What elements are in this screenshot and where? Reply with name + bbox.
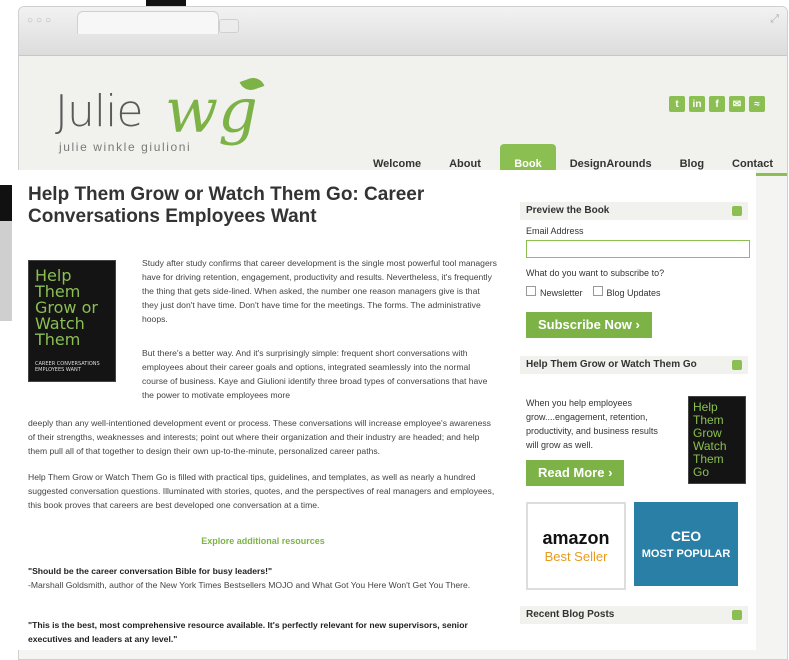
book-summary-paragraph: Help Them Grow or Watch Them Go is fille…	[28, 472, 495, 510]
amazon-logo: amazon	[542, 528, 610, 548]
subscribe-button[interactable]: Subscribe Now ›	[526, 312, 652, 338]
mini-cover-line: Go	[693, 465, 710, 479]
window-controls[interactable]: ○○○	[27, 15, 54, 26]
twitter-icon[interactable]: t	[669, 96, 685, 112]
facebook-icon[interactable]: f	[709, 96, 725, 112]
comment-icon	[732, 360, 742, 370]
testimonial-quote: "Should be the career conversation Bible…	[28, 566, 273, 576]
site-tagline: julie winkle giulioni	[59, 140, 192, 154]
social-links: t in f ✉ ≈	[669, 96, 765, 112]
send-icon	[732, 206, 742, 216]
page-title: Help Them Grow or Watch Them Go: Career …	[28, 184, 425, 227]
body-paragraph: But there's a better way. And it's surpr…	[142, 348, 488, 400]
testimonial-attribution: -Marshall Goldsmith, author of the New Y…	[28, 580, 471, 590]
rss-icon[interactable]	[732, 610, 742, 620]
blog-updates-checkbox[interactable]	[592, 286, 603, 296]
blog-updates-label: Blog Updates	[606, 288, 661, 298]
award-badges: amazon Best Seller CEO MOST POPULAR	[526, 502, 748, 590]
email-label: Email Address	[526, 226, 584, 236]
ceo-label: CEO	[670, 528, 702, 544]
browser-chrome: ○○○ ⤢	[19, 7, 787, 56]
main-column: Help Them Grow or Watch Them Go: Career …	[28, 184, 498, 644]
newsletter-label: Newsletter	[540, 288, 583, 298]
most-popular-label: MOST POPULAR	[641, 548, 731, 560]
ceo-most-popular-badge[interactable]: CEO MOST POPULAR	[634, 502, 738, 586]
subscribe-question: What do you want to subscribe to?	[526, 268, 665, 278]
browser-tab[interactable]	[77, 11, 219, 34]
bestseller-label: Best Seller	[544, 549, 608, 564]
explore-resources-link[interactable]: Explore additional resources	[28, 536, 498, 546]
new-tab-button[interactable]	[219, 19, 239, 33]
blog-updates-option[interactable]: Blog Updates	[592, 286, 661, 298]
recent-posts-heading: Recent Blog Posts	[520, 606, 748, 624]
testimonial: "This is the best, most comprehensive re…	[28, 618, 498, 656]
cover-line: Them	[35, 330, 81, 349]
preview-widget-heading: Preview the Book	[520, 202, 748, 220]
logo-text[interactable]: Julie	[55, 86, 143, 137]
book-blurb: When you help employees grow....engageme…	[526, 398, 658, 450]
sidebar: Preview the Book Email Address What do y…	[520, 202, 750, 624]
widget-title: Preview the Book	[526, 205, 610, 216]
widget-title: Recent Blog Posts	[526, 609, 615, 620]
site-header: Julie wg julie winkle giulioni t in f ✉ …	[19, 56, 787, 210]
read-more-button[interactable]: Read More ›	[526, 460, 625, 486]
newsletter-option[interactable]: Newsletter	[526, 286, 583, 298]
body-paragraph-continued: deeply than any well-intentioned develop…	[28, 418, 491, 456]
subscribe-options: Newsletter Blog Updates	[526, 286, 748, 298]
book-cover-image[interactable]: Help Them Grow or Watch Them CAREER CONV…	[28, 260, 116, 382]
intro-paragraph: Study after study confirms that career d…	[142, 258, 497, 324]
book-widget-heading: Help Them Grow or Watch Them Go	[520, 356, 748, 374]
testimonial: "Should be the career conversation Bible…	[28, 564, 498, 602]
content-area: Help Them Grow or Watch Them Go: Career …	[12, 170, 756, 650]
newsletter-checkbox[interactable]	[526, 286, 536, 296]
book-cover-thumbnail[interactable]: Help Them Grow Watch Them Go	[688, 396, 746, 484]
email-icon[interactable]: ✉	[729, 96, 745, 112]
fullscreen-icon[interactable]: ⤢	[770, 13, 779, 26]
email-field[interactable]	[526, 240, 750, 258]
linkedin-icon[interactable]: in	[689, 96, 705, 112]
testimonial-quote: "This is the best, most comprehensive re…	[28, 620, 468, 644]
rss-icon[interactable]: ≈	[749, 96, 765, 112]
widget-title: Help Them Grow or Watch Them Go	[526, 359, 697, 370]
amazon-bestseller-badge[interactable]: amazon Best Seller	[526, 502, 626, 590]
cover-subtitle: CAREER CONVERSATIONS EMPLOYEES WANT	[35, 361, 100, 373]
